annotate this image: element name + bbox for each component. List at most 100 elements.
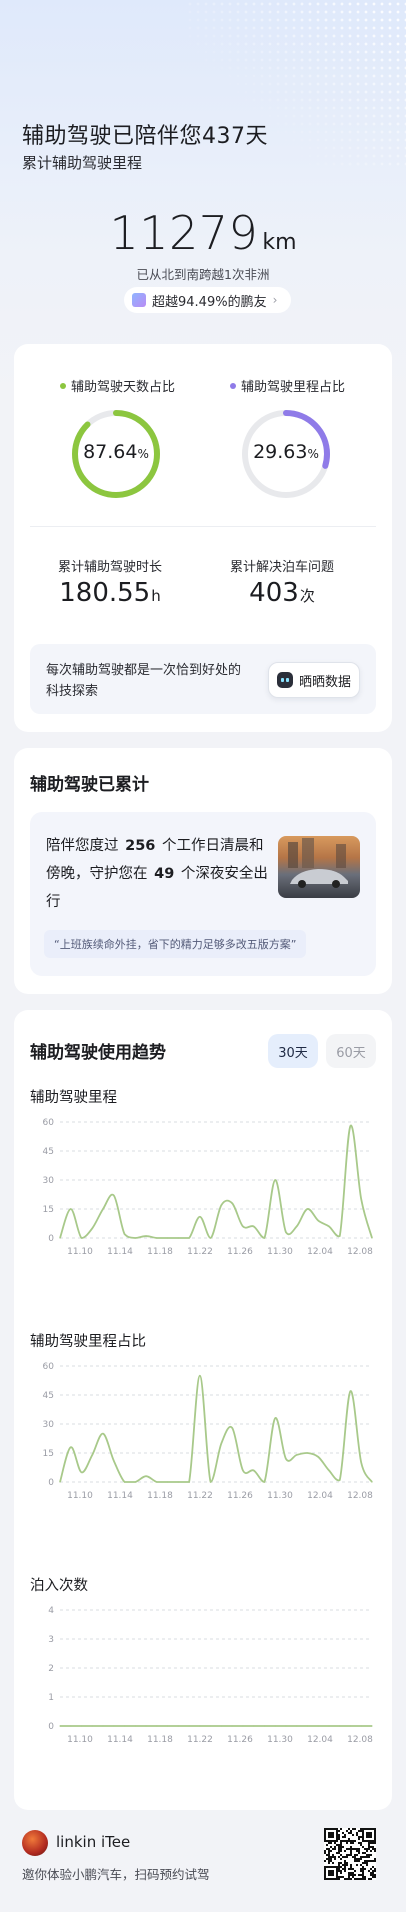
distance-value: 11279 [109,206,259,260]
accumulated-text: 陪伴您度过 256 个工作日清晨和傍晚，守护您在 49 个深夜安全出行 [46,838,268,910]
duration-label: 累计辅助驾驶时长 [57,560,162,575]
y-tick-label: 15 [43,1205,54,1215]
qr-module [344,1840,346,1842]
data-point [339,1479,341,1481]
qr-module [354,1828,356,1830]
qr-module [352,1840,354,1842]
qr-module [372,1860,374,1862]
data-point [80,1237,83,1239]
days-dot-icon [60,382,66,389]
x-tick-label: 11.18 [147,1247,173,1257]
qr-module [362,1868,364,1870]
data-point [231,1725,233,1727]
data-point [177,1481,179,1483]
qr-module [368,1878,370,1880]
qr-module [364,1848,366,1850]
qr-module [346,1864,348,1866]
y-tick-label: 60 [43,1118,55,1128]
mileage-line-chart: 0 15 30 45 60 11.10 11.14 11.18 11.22 11.26 11.30 1… [43,1118,374,1257]
data-point [285,1231,287,1233]
x-tick-label: 11.26 [227,1247,253,1257]
workdays-count: 256 [125,838,156,854]
qr-module [338,1864,340,1866]
qr-module [362,1846,364,1848]
x-tick-label: 11.18 [147,1491,173,1501]
qr-module [356,1834,358,1836]
x-tick-label: 12.04 [307,1247,333,1257]
qr-module [344,1878,346,1880]
parking-value: 403次 [249,578,315,608]
qr-module [344,1870,346,1872]
qr-module [368,1846,370,1848]
hero-section: 辅助驾驶已陪伴您437天 累计辅助驾驶里程 11279 km 已从北到南跨越1次非… [0,0,406,330]
user-name: linkin iTee [56,1833,131,1851]
qr-module [356,1848,358,1850]
data-point [306,1725,309,1727]
qr-module [356,1854,358,1856]
qr-module [358,1874,360,1876]
y-tick-label: 4 [48,1606,54,1616]
qr-module [368,1860,370,1862]
x-tick-label: 11.18 [147,1735,173,1745]
qr-module [338,1876,340,1878]
qr-module [326,1848,328,1850]
data-point [177,1237,179,1239]
qr-module [348,1832,350,1834]
share-data-button[interactable]: 晒晒数据 [268,662,360,698]
qr-module [374,1870,376,1872]
qr-module [350,1866,352,1868]
qr-module [340,1840,342,1842]
data-point [91,1227,93,1229]
qr-module [328,1850,330,1852]
qr-module [338,1848,340,1850]
y-tick-label: 0 [48,1234,54,1244]
qr-module [348,1872,350,1874]
qr-module [368,1844,370,1846]
qr-module [338,1862,340,1864]
qr-module [360,1830,362,1832]
qr-module [348,1828,350,1830]
tab-30-days[interactable]: 30天 [268,1034,318,1068]
tab-60-days[interactable]: 60天 [326,1034,376,1068]
qr-module [368,1848,370,1850]
qr-module [366,1850,368,1852]
qr-module [348,1868,350,1870]
data-point [145,1475,147,1477]
qr-module [374,1848,376,1850]
qr-module [352,1874,354,1876]
data-point [91,1725,93,1727]
data-point [274,1179,276,1181]
qr-module [340,1828,342,1830]
data-point [253,1225,255,1227]
qr-module [370,1850,372,1852]
accumulated-box: 陪伴您度过 256 个工作日清晨和傍晚，守护您在 49 个深夜安全出行 “上班族… [30,812,376,976]
qr-module [350,1872,352,1874]
data-point [134,1237,136,1239]
data-point [145,1235,147,1237]
qr-module [368,1842,370,1844]
chevron-right-icon: › [272,293,278,307]
qr-module [370,1874,372,1876]
data-point [371,1725,373,1727]
qr-module [358,1842,360,1844]
chart-title: 辅助驾驶里程占比 [30,1334,146,1350]
data-point [306,1452,309,1454]
data-point [134,1481,136,1483]
qr-module [342,1836,344,1838]
data-point [70,1446,72,1448]
qr-module [362,1862,364,1864]
qr-module [374,1874,376,1876]
divider [30,526,376,527]
qr-module [370,1878,372,1880]
data-point [123,1481,126,1483]
data-point [188,1237,190,1239]
qr-module [334,1858,336,1860]
qr-module [348,1840,350,1842]
x-tick-label: 11.22 [187,1247,213,1257]
rank-badge[interactable]: 超越94.49%的鹏友 › [124,287,292,313]
qr-module [326,1854,328,1856]
data-point [199,1216,201,1218]
qr-module [342,1856,344,1858]
qr-module [366,1856,368,1858]
qr-module [338,1856,340,1858]
